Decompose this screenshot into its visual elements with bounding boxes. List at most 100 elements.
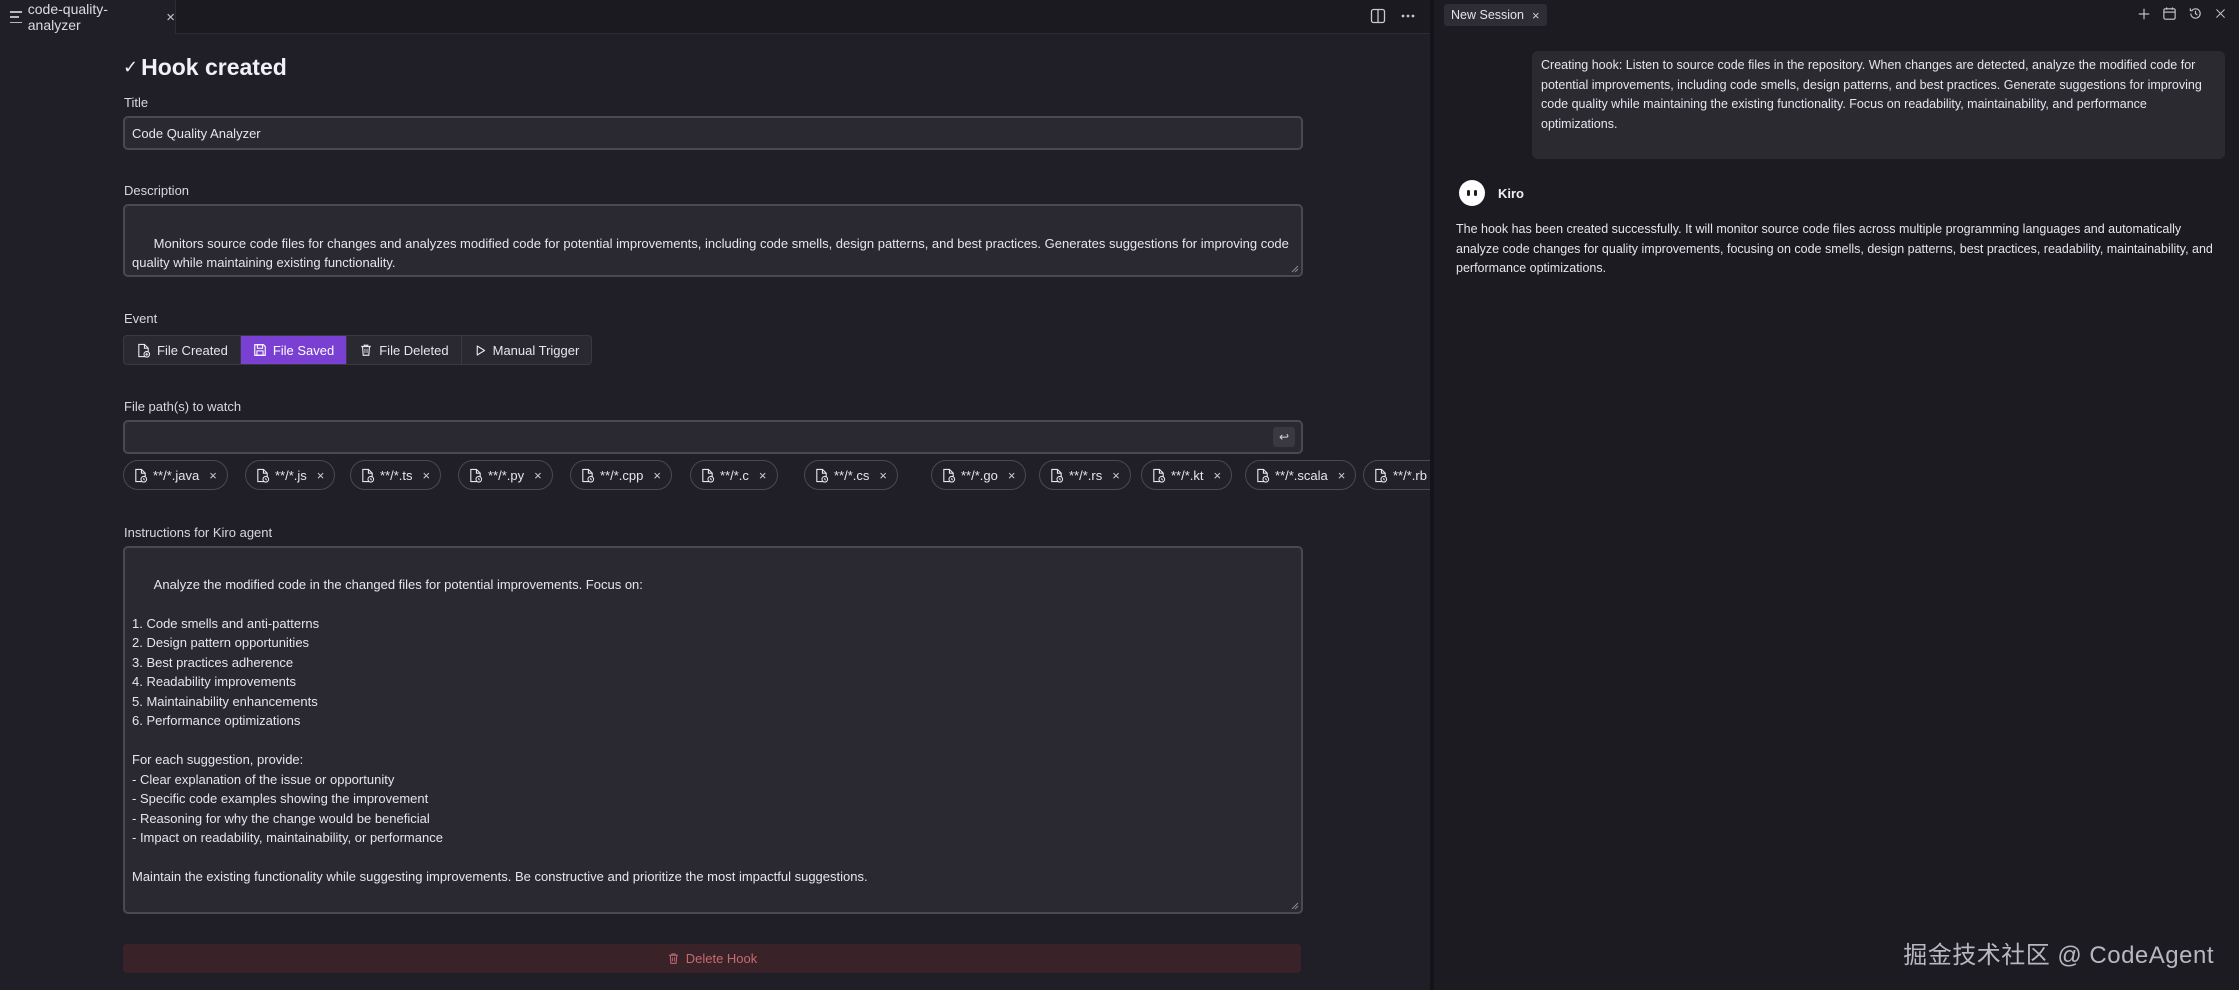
file-lines-icon [10, 11, 22, 23]
remove-pattern-button[interactable]: × [653, 468, 661, 483]
enter-icon: ↩ [1278, 430, 1290, 444]
event-file-saved-button[interactable]: File Saved [240, 336, 348, 364]
session-tab-label: New Session [1451, 8, 1524, 22]
remove-pattern-button[interactable]: × [1214, 468, 1222, 483]
file-watch-icon [362, 468, 375, 483]
delete-hook-button[interactable]: Delete Hook [123, 944, 1301, 973]
page-title-text: Hook created [141, 54, 287, 80]
pattern-chip[interactable]: **/*.rs × [1039, 460, 1131, 490]
agent-name: Kiro [1498, 185, 1524, 201]
file-watch-icon [1375, 468, 1388, 483]
file-watch-icon [702, 468, 715, 483]
file-watch-icon [257, 468, 270, 483]
agent-message-text: The hook has been created successfully. … [1456, 222, 2213, 275]
pattern-chip-label: **/*.rs [1069, 467, 1103, 483]
plus-icon[interactable] [2137, 7, 2151, 21]
resize-grip-icon[interactable] [1291, 265, 1299, 273]
pattern-chip[interactable]: **/*.c × [690, 460, 778, 490]
editor-tab-label: code-quality-analyzer [27, 1, 108, 33]
pattern-chip-label: **/*.java [153, 467, 200, 483]
paths-label: File path(s) to watch [124, 399, 242, 414]
add-path-button[interactable]: ↩ [1273, 427, 1295, 447]
instructions-textarea[interactable]: Analyze the modified code in the changed… [123, 546, 1303, 914]
pattern-chip-label: **/*.js [275, 467, 307, 483]
event-file-deleted-button[interactable]: File Deleted [347, 336, 462, 364]
event-manual-trigger-label: Manual Trigger [492, 342, 580, 358]
chat-actions [2137, 6, 2227, 21]
pattern-chip[interactable]: **/*.py × [458, 460, 553, 490]
history-icon[interactable] [2188, 6, 2203, 21]
event-file-deleted-label: File Deleted [379, 342, 449, 358]
watched-patterns-list: **/*.java × **/*.js × **/*.ts × **/*.py × **/*.c… [123, 460, 1430, 492]
chat-pane: New Session × Creating hook: Listen to s… [1430, 0, 2239, 990]
file-watch-icon [582, 468, 595, 483]
remove-pattern-button[interactable]: × [759, 468, 767, 483]
chat-tab-bar: New Session × [1434, 0, 2239, 32]
save-icon [253, 344, 266, 356]
file-watch-icon [816, 468, 829, 483]
file-watch-icon [1257, 468, 1270, 483]
page-title: ✓ Hook created [123, 54, 287, 81]
pattern-chip[interactable]: **/*.cpp × [570, 460, 672, 490]
event-file-created-button[interactable]: File Created [124, 336, 241, 364]
event-file-created-label: File Created [157, 342, 228, 358]
close-icon[interactable] [2214, 7, 2227, 20]
editor-tab-code-quality-analyzer[interactable]: code-quality-analyzer × [0, 0, 176, 34]
remove-pattern-button[interactable]: × [423, 468, 431, 483]
pattern-chip[interactable]: **/*.scala × [1245, 460, 1357, 490]
hook-editor-pane: code-quality-analyzer × ✓ Hook created T… [0, 0, 1430, 990]
description-textarea[interactable]: Monitors source code files for changes a… [123, 204, 1303, 277]
pattern-chip-label: **/*.scala [1275, 467, 1328, 483]
split-editor-icon[interactable] [1370, 8, 1386, 24]
instructions-label: Instructions for Kiro agent [124, 525, 273, 540]
remove-pattern-button[interactable]: × [209, 468, 217, 483]
file-watch-icon [135, 468, 148, 483]
editor-actions [1370, 8, 1416, 24]
pattern-chip[interactable]: **/*.rb× [1363, 460, 1430, 490]
user-message: Creating hook: Listen to source code fil… [1532, 51, 2225, 159]
trash-icon [361, 344, 372, 356]
path-input[interactable]: ↩ [123, 420, 1303, 454]
pattern-chip[interactable]: **/*.cs × [804, 460, 898, 490]
user-message-text: Creating hook: Listen to source code fil… [1541, 58, 2202, 131]
pattern-chip[interactable]: **/*.js × [245, 460, 336, 490]
pattern-chip-label: **/*.go [961, 467, 998, 483]
instructions-value: Analyze the modified code in the changed… [132, 576, 868, 885]
close-tab-button[interactable]: × [166, 9, 175, 26]
remove-pattern-button[interactable]: × [1008, 468, 1016, 483]
pattern-chip-label: **/*.cpp [600, 467, 644, 483]
pattern-chip-label: **/*.c [720, 467, 749, 483]
resize-grip-icon[interactable] [1291, 902, 1299, 910]
file-watch-icon [943, 468, 956, 483]
pattern-chip-label: **/*.kt [1171, 467, 1204, 483]
remove-pattern-button[interactable]: × [879, 468, 887, 483]
trash-icon [668, 953, 678, 964]
description-label: Description [124, 183, 190, 198]
pattern-chip[interactable]: **/*.kt × [1141, 460, 1233, 490]
pattern-chip[interactable]: **/*.java × [123, 460, 228, 490]
remove-pattern-button[interactable]: × [1338, 468, 1346, 483]
remove-pattern-button[interactable]: × [1112, 468, 1120, 483]
pattern-chip[interactable]: **/*.ts × [350, 460, 442, 490]
remove-pattern-button[interactable]: × [317, 468, 325, 483]
remove-pattern-button[interactable]: × [534, 468, 542, 483]
event-file-saved-label: File Saved [272, 342, 335, 358]
event-manual-trigger-button[interactable]: Manual Trigger [462, 336, 592, 364]
file-watch-icon [470, 468, 483, 483]
agent-header: Kiro [1459, 180, 1524, 206]
close-session-button[interactable]: × [1532, 8, 1540, 23]
check-icon: ✓ [123, 57, 139, 77]
title-input[interactable]: Code Quality Analyzer [123, 116, 1303, 150]
pattern-chip-label: **/*.rb [1393, 467, 1427, 483]
pattern-chip-label: **/*.cs [834, 467, 870, 483]
play-icon [476, 344, 485, 356]
editor-tab-bar: code-quality-analyzer × [0, 0, 1430, 34]
file-watch-icon [1153, 468, 1166, 483]
more-actions-icon[interactable] [1400, 8, 1416, 24]
event-label: Event [124, 311, 158, 326]
calendar-icon[interactable] [2162, 6, 2177, 21]
tab-new-session[interactable]: New Session × [1444, 4, 1547, 26]
title-input-value: Code Quality Analyzer [132, 125, 261, 141]
pattern-chip[interactable]: **/*.go × [931, 460, 1027, 490]
file-plus-icon [138, 343, 151, 358]
